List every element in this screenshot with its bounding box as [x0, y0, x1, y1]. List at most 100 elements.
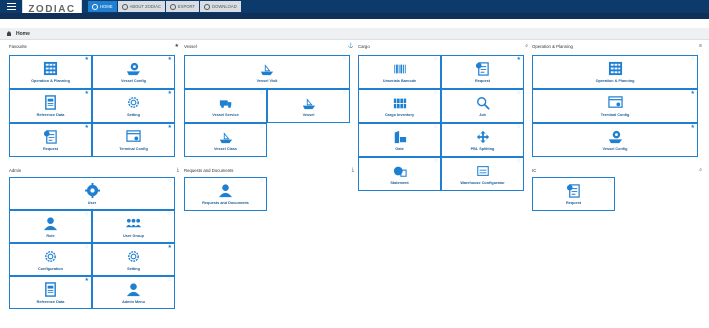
- tab-export[interactable]: EXPORT: [165, 1, 200, 12]
- star-outline-icon[interactable]: ☆: [691, 57, 695, 62]
- star-icon[interactable]: ★: [168, 91, 172, 96]
- star-outline-icon[interactable]: ☆: [343, 57, 347, 62]
- gear-icon: [126, 249, 141, 264]
- tile-job[interactable]: ☆ Job: [441, 89, 524, 123]
- tile-gate[interactable]: ☆ Gate: [358, 123, 441, 157]
- tile-vessel-class[interactable]: ☆ Vessel Class: [184, 123, 267, 157]
- list-icon[interactable]: ≡: [699, 43, 702, 49]
- star-icon[interactable]: ★: [85, 278, 89, 283]
- star-outline-icon[interactable]: ☆: [517, 159, 521, 164]
- tab-export-label: EXPORT: [177, 4, 196, 9]
- tile-operation-planning[interactable]: ★ Operation & Planning: [9, 55, 92, 89]
- tile-terminal-config[interactable]: ★ Terminal Config: [532, 89, 698, 123]
- star-outline-icon[interactable]: ☆: [608, 179, 612, 184]
- tile-pbl-splitting[interactable]: ☆ PBL Splitting: [441, 123, 524, 157]
- tile-setting[interactable]: ★ Setting: [92, 89, 175, 123]
- tile-setting[interactable]: ★ Setting: [92, 243, 175, 276]
- star-icon[interactable]: ★: [691, 91, 695, 96]
- star-icon[interactable]: ★: [85, 57, 89, 62]
- star-outline-icon[interactable]: ☆: [260, 125, 264, 130]
- download-icon: [204, 3, 211, 10]
- star-icon[interactable]: ★: [85, 91, 89, 96]
- section-vessel: Vessel ⚓ ☆ Vessel Visit ☆ Vessel Service…: [182, 42, 356, 162]
- download-icon[interactable]: ⤓: [352, 167, 354, 173]
- tile-label: Terminal Config: [600, 113, 630, 117]
- tab-download[interactable]: DOWNLOAD: [200, 1, 241, 12]
- split-icon: [476, 130, 490, 144]
- home-icon[interactable]: [6, 30, 12, 37]
- star-outline-icon[interactable]: ☆: [85, 245, 89, 250]
- tile-unserials-barcode[interactable]: ☆ Unserials Barcode: [358, 55, 441, 89]
- star-outline-icon[interactable]: ☆: [260, 179, 264, 184]
- star-outline-icon[interactable]: ☆: [168, 179, 172, 184]
- tile-vessel-config[interactable]: ★ Vessel Config: [532, 123, 698, 157]
- search-icon[interactable]: ⌕: [525, 43, 528, 49]
- section-title: Admin: [9, 167, 22, 173]
- section-title: Operation & Planning: [532, 43, 573, 49]
- section-vessel-header: Vessel ⚓: [182, 42, 356, 50]
- tile-reference-data[interactable]: ★ Reference Data: [9, 89, 92, 123]
- tile-vessel-service[interactable]: ☆ Vessel Service: [184, 89, 267, 123]
- star-outline-icon[interactable]: ☆: [434, 57, 438, 62]
- tile-user[interactable]: ☆ User: [9, 177, 175, 210]
- star-icon[interactable]: ★: [175, 43, 179, 49]
- tile-vessel-config[interactable]: ★ Vessel Config: [92, 55, 175, 89]
- tile-admin-menu[interactable]: ☆ Admin Menu: [92, 276, 175, 309]
- star-icon[interactable]: ★: [168, 57, 172, 62]
- request-icon: [43, 129, 58, 144]
- star-outline-icon[interactable]: ☆: [168, 212, 172, 217]
- tile-request[interactable]: ★ Request: [441, 55, 524, 89]
- tile-cargo-inventory[interactable]: ☆ Cargo Inventory: [358, 89, 441, 123]
- menu-icon[interactable]: [0, 0, 22, 13]
- section-title: IC: [532, 167, 537, 173]
- tile-label: Requests and Documents: [202, 201, 249, 205]
- star-icon[interactable]: ★: [691, 125, 695, 130]
- tile-label: Operation & Planning: [595, 79, 635, 83]
- ship-gear-icon: [608, 129, 623, 144]
- star-icon[interactable]: ★: [168, 125, 172, 130]
- anchor-icon[interactable]: ⚓: [348, 43, 354, 49]
- tile-requests-documents[interactable]: ☆ Requests and Documents: [184, 177, 267, 211]
- search-icon[interactable]: ⌕: [699, 167, 702, 173]
- tile-reference-data[interactable]: ★ Reference Data: [9, 276, 92, 309]
- gear-icon: [126, 95, 141, 110]
- tile-operation-planning[interactable]: ☆ Operation & Planning: [532, 55, 698, 89]
- tab-about[interactable]: ABOUT ZODIAC: [117, 1, 165, 12]
- star-outline-icon[interactable]: ☆: [517, 125, 521, 130]
- tile-statement[interactable]: ☆ Statement: [358, 157, 441, 191]
- star-outline-icon[interactable]: ☆: [434, 125, 438, 130]
- tile-label: Terminal Config: [119, 147, 148, 151]
- star-outline-icon[interactable]: ☆: [85, 212, 89, 217]
- tile-warehouse-configurator[interactable]: ☆ Warehouse Configurator: [441, 157, 524, 191]
- star-outline-icon[interactable]: ☆: [260, 91, 264, 96]
- section-requests-header: Requests and Documents ⤓: [182, 166, 356, 174]
- tile-label: Warehouse Configurator: [460, 180, 505, 185]
- tab-home[interactable]: HOME: [88, 1, 117, 12]
- tile-user-group[interactable]: ☆ User Group: [92, 210, 175, 243]
- star-outline-icon[interactable]: ☆: [517, 91, 521, 96]
- tile-request[interactable]: ☆ Request: [532, 177, 615, 211]
- star-icon[interactable]: ★: [168, 245, 172, 250]
- star-outline-icon[interactable]: ☆: [434, 91, 438, 96]
- download-icon[interactable]: ⤓: [177, 167, 179, 173]
- tile-label: Cargo Inventory: [384, 112, 415, 117]
- tile-label: Gate: [395, 146, 404, 151]
- tile-role[interactable]: ☆ Role: [9, 210, 92, 243]
- tile-label: Configuration: [38, 266, 63, 271]
- star-outline-icon[interactable]: ☆: [343, 91, 347, 96]
- star-icon[interactable]: ★: [517, 57, 521, 62]
- star-outline-icon[interactable]: ☆: [168, 278, 172, 283]
- request-icon: [566, 183, 581, 198]
- tile-label: Setting: [127, 266, 140, 271]
- gate-icon: [393, 130, 407, 144]
- tile-vessel[interactable]: ☆ Vessel: [267, 89, 350, 123]
- tile-configuration[interactable]: ☆ Configuration: [9, 243, 92, 276]
- tile-terminal-config[interactable]: ★ Terminal Config: [92, 123, 175, 157]
- breadcrumb-home[interactable]: Home: [16, 31, 30, 37]
- users-icon: [126, 216, 141, 231]
- tile-vessel-visit[interactable]: ☆ Vessel Visit: [184, 55, 350, 89]
- tile-request[interactable]: ★ Request: [9, 123, 92, 157]
- ship-icon: [219, 130, 233, 144]
- star-outline-icon[interactable]: ☆: [434, 159, 438, 164]
- star-icon[interactable]: ★: [85, 125, 89, 130]
